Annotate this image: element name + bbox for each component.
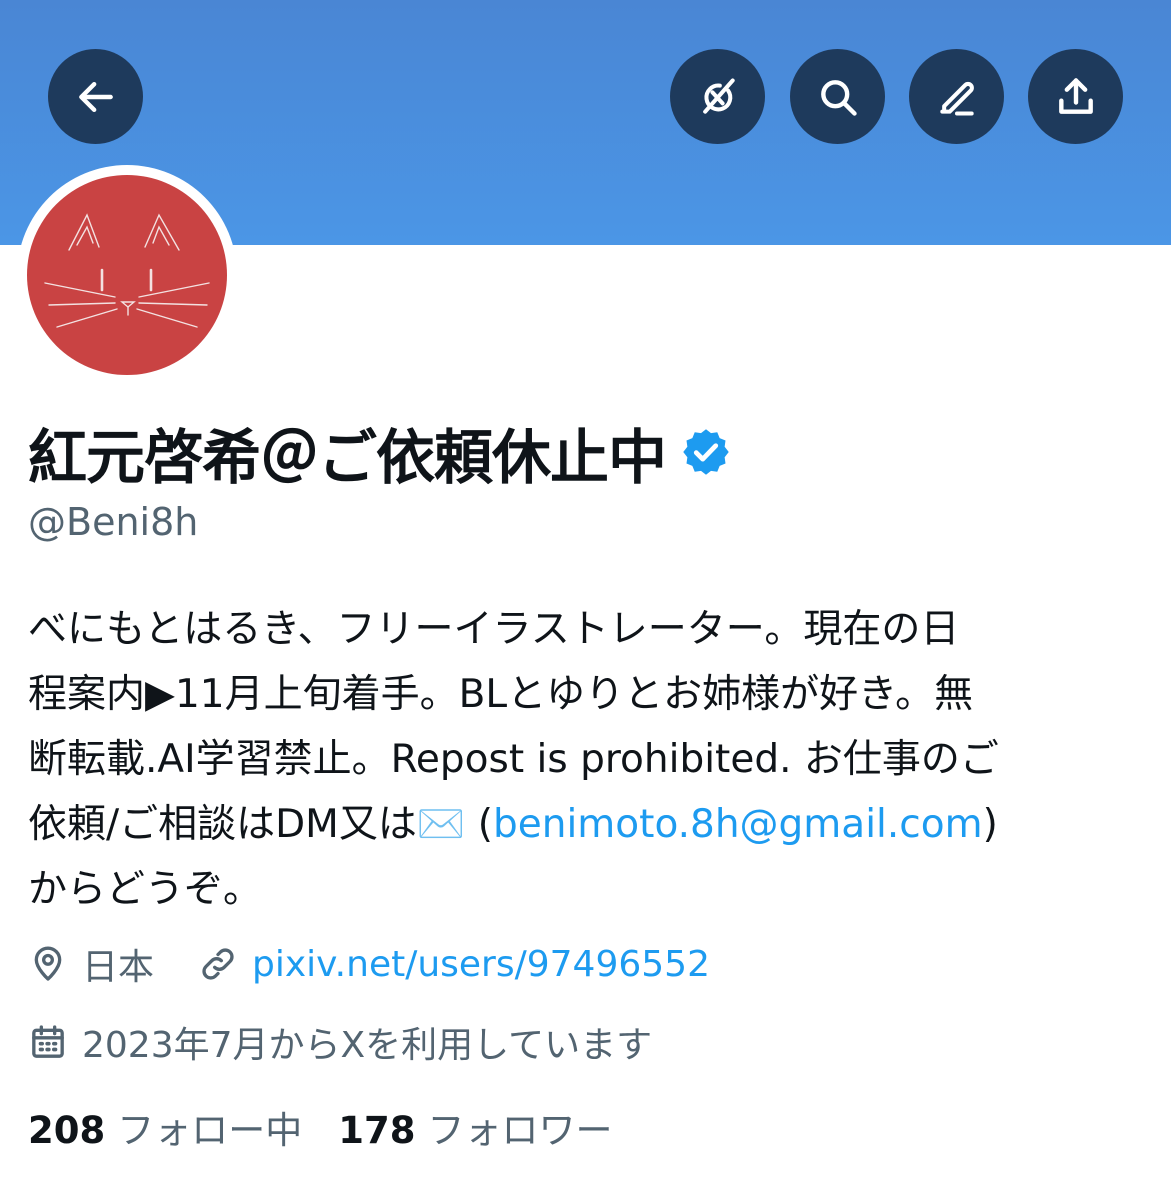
- bio-line: 断転載.AI学習禁止。Repost is prohibited. お仕事のご: [28, 737, 999, 782]
- joined-date-text: 2023年7月からXを利用しています: [82, 1025, 653, 1066]
- search-button[interactable]: [790, 49, 885, 144]
- followers-label: フォロワー: [427, 1109, 613, 1152]
- following-link[interactable]: 208 フォロー中: [28, 1100, 302, 1154]
- bio-line-text: 依頼/ご相談はDM又は✉️ (: [28, 802, 493, 847]
- website-item[interactable]: pixiv.net/users/97496552: [198, 944, 710, 985]
- cat-face-avatar-icon: [44, 213, 210, 328]
- location-text: 日本: [82, 947, 155, 988]
- display-name: 紅元啓希＠ご依頼休止中: [28, 422, 667, 492]
- followers-link[interactable]: 178 フォロワー: [338, 1100, 612, 1154]
- bio-line: べにもとはるき、フリーイラストレーター。現在の日: [28, 607, 960, 652]
- link-icon: [202, 948, 234, 980]
- grok-icon: [702, 77, 735, 114]
- following-count: 208: [28, 1109, 106, 1152]
- profile-meta-row: 日本 pixiv.net/users/97496552: [28, 938, 710, 990]
- back-button[interactable]: [48, 49, 143, 144]
- verified-badge-icon[interactable]: [680, 426, 732, 478]
- share-button[interactable]: [1028, 49, 1123, 144]
- profile-bio: べにもとはるき、フリーイラストレーター。現在の日 程案内▶11月上旬着手。BLと…: [28, 597, 1148, 922]
- share-icon: [1058, 77, 1093, 114]
- bio-line-end: ): [982, 802, 998, 847]
- location-pin-icon: [34, 946, 62, 981]
- edit-button[interactable]: [909, 49, 1004, 144]
- arrow-left-icon: [78, 81, 113, 112]
- search-icon: [820, 79, 857, 116]
- bio-line: 程案内▶11月上旬着手。BLとゆりとお姉様が好き。無: [28, 672, 974, 717]
- website-link[interactable]: pixiv.net/users/97496552: [252, 944, 710, 985]
- following-label: フォロー中: [117, 1109, 303, 1152]
- calendar-icon: [32, 1025, 64, 1058]
- display-name-row: 紅元啓希＠ご依頼休止中: [28, 412, 732, 492]
- followers-count: 178: [338, 1109, 416, 1152]
- joined-row: 2023年7月からXを利用しています: [28, 1016, 652, 1068]
- location-item: 日本: [28, 938, 154, 990]
- edit-icon: [939, 81, 974, 116]
- follow-stats: 208 フォロー中 178 フォロワー: [28, 1100, 612, 1154]
- bio-line: 依頼/ご相談はDM又は✉️ (benimoto.8h@gmail.com): [28, 792, 1148, 857]
- grok-button[interactable]: [670, 49, 765, 144]
- bio-line: からどうぞ。: [28, 867, 263, 912]
- email-link[interactable]: benimoto.8h@gmail.com: [493, 802, 983, 847]
- user-handle: @Beni8h: [28, 500, 199, 544]
- avatar[interactable]: [27, 175, 227, 375]
